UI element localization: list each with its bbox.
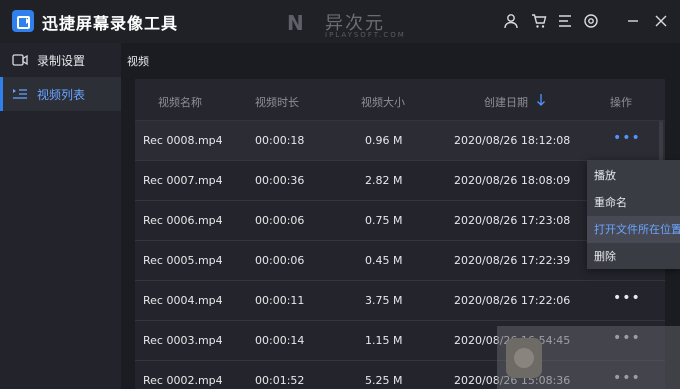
menu-item-play[interactable]: 播放: [587, 162, 680, 189]
cell-duration: 00:00:14: [255, 334, 305, 347]
column-header-duration[interactable]: 视频时长: [255, 94, 299, 110]
table-row[interactable]: Rec 0004.mp4 00:00:11 3.75 M 2020/08/26 …: [135, 280, 665, 320]
cell-size: 3.75 M: [365, 294, 403, 307]
cell-duration: 00:00:18: [255, 134, 305, 147]
cell-duration: 00:01:52: [255, 374, 305, 387]
cell-size: 1.15 M: [365, 334, 403, 347]
cell-duration: 00:00:06: [255, 214, 305, 227]
minimize-icon[interactable]: [624, 12, 642, 30]
table-row[interactable]: Rec 0007.mp4 00:00:36 2.82 M 2020/08/26 …: [135, 160, 665, 200]
cell-name: Rec 0002.mp4: [143, 374, 223, 387]
cart-icon[interactable]: [530, 12, 548, 30]
corner-badge-icon: [506, 338, 542, 378]
cell-duration: 00:00:36: [255, 174, 305, 187]
cell-duration: 00:00:11: [255, 294, 305, 307]
column-header-size[interactable]: 视频大小: [361, 94, 405, 110]
app-logo-icon: [12, 10, 34, 32]
cell-duration: 00:00:06: [255, 254, 305, 267]
table-row[interactable]: Rec 0006.mp4 00:00:06 0.75 M 2020/08/26 …: [135, 200, 665, 240]
table-header: 视频名称 视频时长 视频大小 创建日期 操作: [135, 79, 665, 120]
cell-date: 2020/08/26 17:22:39: [454, 254, 571, 267]
menu-item-delete[interactable]: 删除: [587, 243, 680, 270]
column-header-actions: 操作: [610, 96, 632, 109]
more-actions-icon[interactable]: •••: [613, 291, 640, 307]
column-header-name[interactable]: 视频名称: [158, 94, 202, 110]
column-header-date[interactable]: 创建日期: [484, 94, 528, 110]
title-bar: 迅捷屏幕录像工具 N 异次元 IPLAYSOFT.COM: [0, 0, 680, 43]
camera-icon: [12, 54, 28, 66]
cell-date: 2020/08/26 18:12:08: [454, 134, 571, 147]
table-row[interactable]: Rec 0008.mp4 00:00:18 0.96 M 2020/08/26 …: [135, 120, 665, 160]
cell-name: Rec 0006.mp4: [143, 214, 223, 227]
cell-date: 2020/08/26 18:08:09: [454, 174, 571, 187]
sidebar-item-video-list[interactable]: 视频列表: [0, 77, 121, 111]
cell-size: 0.45 M: [365, 254, 403, 267]
cell-name: Rec 0007.mp4: [143, 174, 223, 187]
context-menu: 播放 重命名 打开文件所在位置 删除: [587, 160, 680, 269]
watermark-logo-icon: N: [287, 11, 304, 35]
table-row[interactable]: Rec 0005.mp4 00:00:06 0.45 M 2020/08/26 …: [135, 240, 665, 280]
watermark-subtext: IPLAYSOFT.COM: [325, 31, 406, 39]
list-icon: [13, 89, 27, 99]
sidebar-item-label: 视频列表: [37, 88, 86, 102]
cell-name: Rec 0004.mp4: [143, 294, 223, 307]
cell-name: Rec 0005.mp4: [143, 254, 223, 267]
menu-item-rename[interactable]: 重命名: [587, 189, 680, 216]
cell-date: 2020/08/26 17:22:06: [454, 294, 571, 307]
settings-icon[interactable]: [582, 12, 600, 30]
more-actions-icon[interactable]: •••: [613, 131, 640, 147]
app-title: 迅捷屏幕录像工具: [42, 14, 179, 33]
sidebar-item-label: 录制设置: [37, 54, 86, 68]
section-title: 视频: [127, 55, 149, 68]
cell-size: 0.96 M: [365, 134, 403, 147]
menu-item-open-location[interactable]: 打开文件所在位置: [587, 216, 680, 243]
cell-name: Rec 0008.mp4: [143, 134, 223, 147]
sidebar: 录制设置 视频列表: [0, 43, 121, 389]
close-icon[interactable]: [652, 12, 670, 30]
menu-icon[interactable]: [556, 12, 574, 30]
cell-name: Rec 0003.mp4: [143, 334, 223, 347]
cell-size: 0.75 M: [365, 214, 403, 227]
sidebar-item-record-settings[interactable]: 录制设置: [0, 43, 121, 77]
cell-size: 5.25 M: [365, 374, 403, 387]
sort-desc-icon[interactable]: [536, 93, 546, 107]
cell-date: 2020/08/26 17:23:08: [454, 214, 571, 227]
user-icon[interactable]: [502, 12, 520, 30]
cell-size: 2.82 M: [365, 174, 403, 187]
